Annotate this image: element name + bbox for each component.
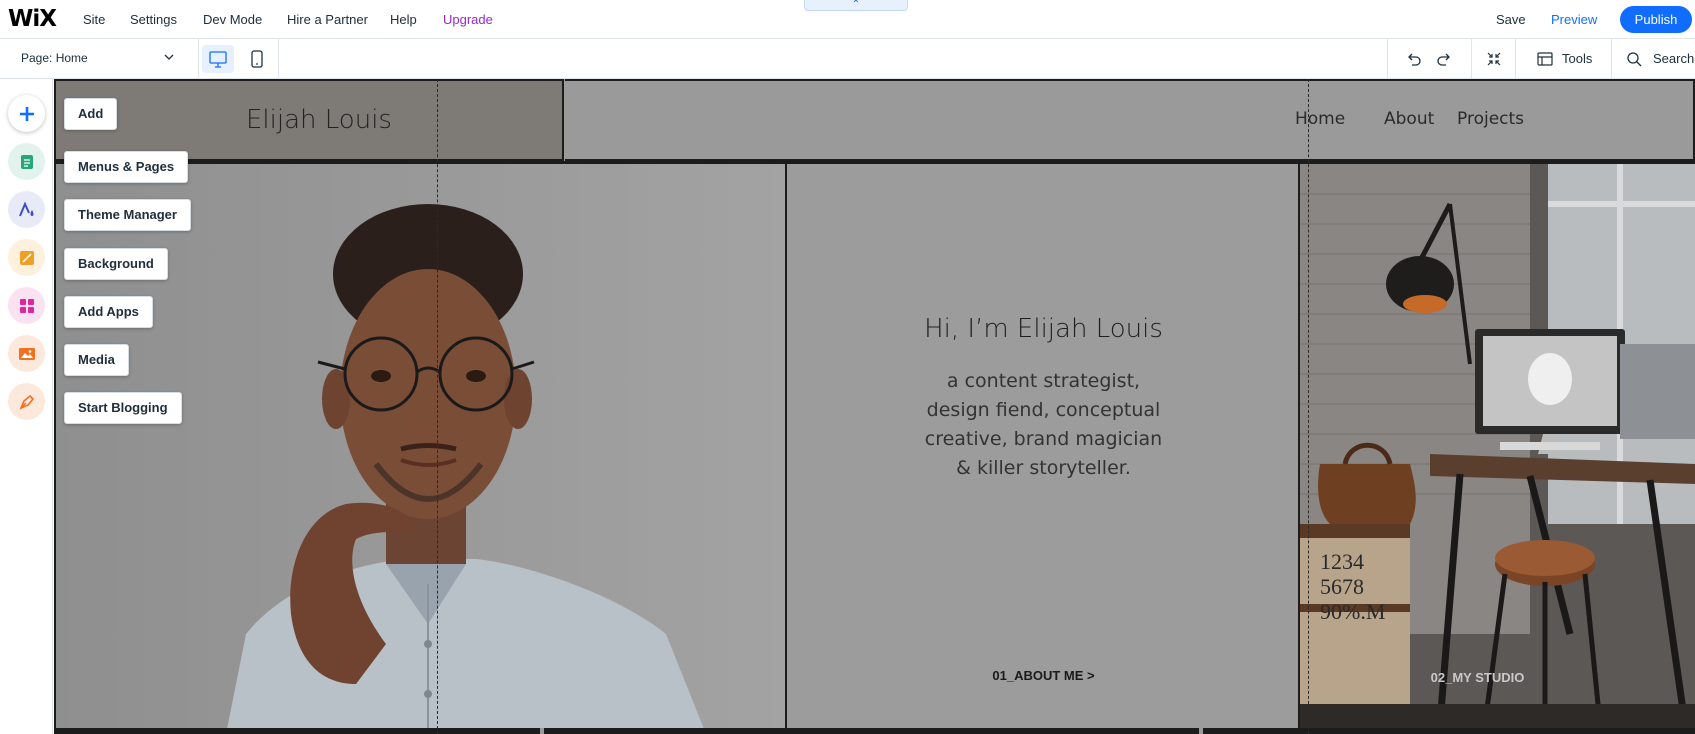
nav-projects[interactable]: Projects: [1457, 109, 1524, 129]
background-button[interactable]: [8, 239, 45, 276]
desktop-view-button[interactable]: [202, 45, 234, 73]
top-bar: WiX Site Settings Dev Mode Hire a Partne…: [0, 0, 1695, 39]
nav-home[interactable]: Home: [1295, 109, 1345, 129]
editor-canvas[interactable]: Elijah Louis Home About Projects Hi, I’m…: [54, 79, 1695, 734]
menu-settings[interactable]: Settings: [130, 12, 177, 27]
desktop-icon: [209, 51, 227, 68]
chevron-down-icon[interactable]: [164, 52, 174, 62]
background-label-pill[interactable]: Background: [64, 248, 168, 280]
hero-title[interactable]: Hi, I’m Elijah Louis: [787, 314, 1300, 344]
about-me-link[interactable]: 01_ABOUT ME >: [787, 668, 1300, 683]
zoom-out-icon[interactable]: [1485, 50, 1503, 68]
collapse-topbar-button[interactable]: ⌃: [804, 0, 908, 11]
add-label-pill[interactable]: Add: [64, 98, 118, 130]
search-icon: [1627, 52, 1642, 67]
site-header-strip[interactable]: Home About Projects: [565, 79, 1695, 161]
add-icon: [19, 106, 34, 121]
preview-button[interactable]: Preview: [1551, 12, 1597, 27]
add-apps-button[interactable]: [8, 287, 45, 324]
menu-hire-a-partner[interactable]: Hire a Partner: [287, 12, 368, 27]
section-divider-gap: [1199, 728, 1203, 734]
grid-guide-line: [437, 79, 438, 734]
background-icon: [19, 250, 34, 265]
start-blogging-button[interactable]: [8, 383, 45, 420]
hero-line: creative, brand magician: [924, 428, 1163, 450]
mobile-view-button[interactable]: [247, 45, 267, 73]
publish-button[interactable]: Publish: [1620, 6, 1692, 33]
add-button[interactable]: [8, 95, 45, 132]
toolbar-divider: [1387, 39, 1388, 79]
trunk-number-line: 90%.M: [1320, 599, 1385, 624]
intro-section[interactable]: Hi, I’m Elijah Louis a content strategis…: [787, 164, 1300, 734]
mobile-icon: [251, 50, 263, 68]
theme-icon: [18, 200, 33, 216]
page-name-label: Home: [55, 51, 88, 65]
trunk-number-line: 1234: [1320, 549, 1364, 574]
wix-logo[interactable]: WiX: [8, 6, 57, 32]
studio-section[interactable]: 1234 5678 90%.M: [1300, 164, 1695, 734]
toolbar-divider: [198, 39, 199, 79]
page-selector[interactable]: Page: Home: [21, 51, 88, 65]
pages-icon: [20, 154, 33, 169]
media-icon: [18, 347, 35, 360]
save-button[interactable]: Save: [1496, 12, 1526, 27]
site-title[interactable]: Elijah Louis: [246, 105, 392, 135]
studio-image[interactable]: 1234 5678 90%.M: [1300, 164, 1695, 734]
hero-description[interactable]: a content strategist, design fiend, conc…: [787, 367, 1300, 483]
hero-line: a content strategist,: [946, 370, 1141, 392]
search-label: Search: [1653, 51, 1695, 66]
blog-icon: [18, 394, 34, 410]
toolbar-divider: [1515, 39, 1516, 79]
menus-pages-button[interactable]: [8, 143, 45, 180]
add-apps-label-pill[interactable]: Add Apps: [64, 296, 153, 328]
menu-help[interactable]: Help: [390, 12, 417, 27]
left-sidebar: [0, 79, 53, 734]
editor-toolbar: Page: Home Tools Search: [0, 39, 1695, 79]
menus-pages-label-pill[interactable]: Menus & Pages: [64, 151, 189, 183]
media-button[interactable]: [8, 335, 45, 372]
menu-upgrade[interactable]: Upgrade: [443, 12, 493, 27]
toolbar-divider: [1611, 39, 1612, 79]
start-blogging-label-pill[interactable]: Start Blogging: [64, 392, 182, 424]
apps-icon: [19, 298, 34, 313]
media-label-pill[interactable]: Media: [64, 344, 129, 376]
toolbar-divider: [278, 39, 279, 79]
page-prefix-label: Page:: [21, 51, 53, 65]
nav-about[interactable]: About: [1384, 109, 1434, 129]
theme-manager-label-pill[interactable]: Theme Manager: [64, 199, 191, 231]
theme-manager-button[interactable]: [8, 191, 45, 228]
tools-icon: [1537, 52, 1553, 66]
hero-line: & killer storyteller.: [956, 457, 1131, 479]
menu-site[interactable]: Site: [83, 12, 105, 27]
section-bottom-border: [54, 728, 1695, 734]
tools-label: Tools: [1562, 51, 1593, 66]
toolbar-divider: [1471, 39, 1472, 79]
my-studio-link[interactable]: 02_MY STUDIO: [1280, 670, 1675, 685]
undo-icon[interactable]: [1405, 50, 1423, 68]
site-header-title-box[interactable]: Elijah Louis: [54, 79, 564, 161]
section-divider-gap: [540, 728, 544, 734]
redo-icon[interactable]: [1435, 50, 1453, 68]
grid-guide-line: [1308, 79, 1309, 734]
menu-dev-mode[interactable]: Dev Mode: [203, 12, 262, 27]
trunk-number-line: 5678: [1320, 574, 1364, 599]
hero-line: design fiend, conceptual: [926, 399, 1161, 421]
